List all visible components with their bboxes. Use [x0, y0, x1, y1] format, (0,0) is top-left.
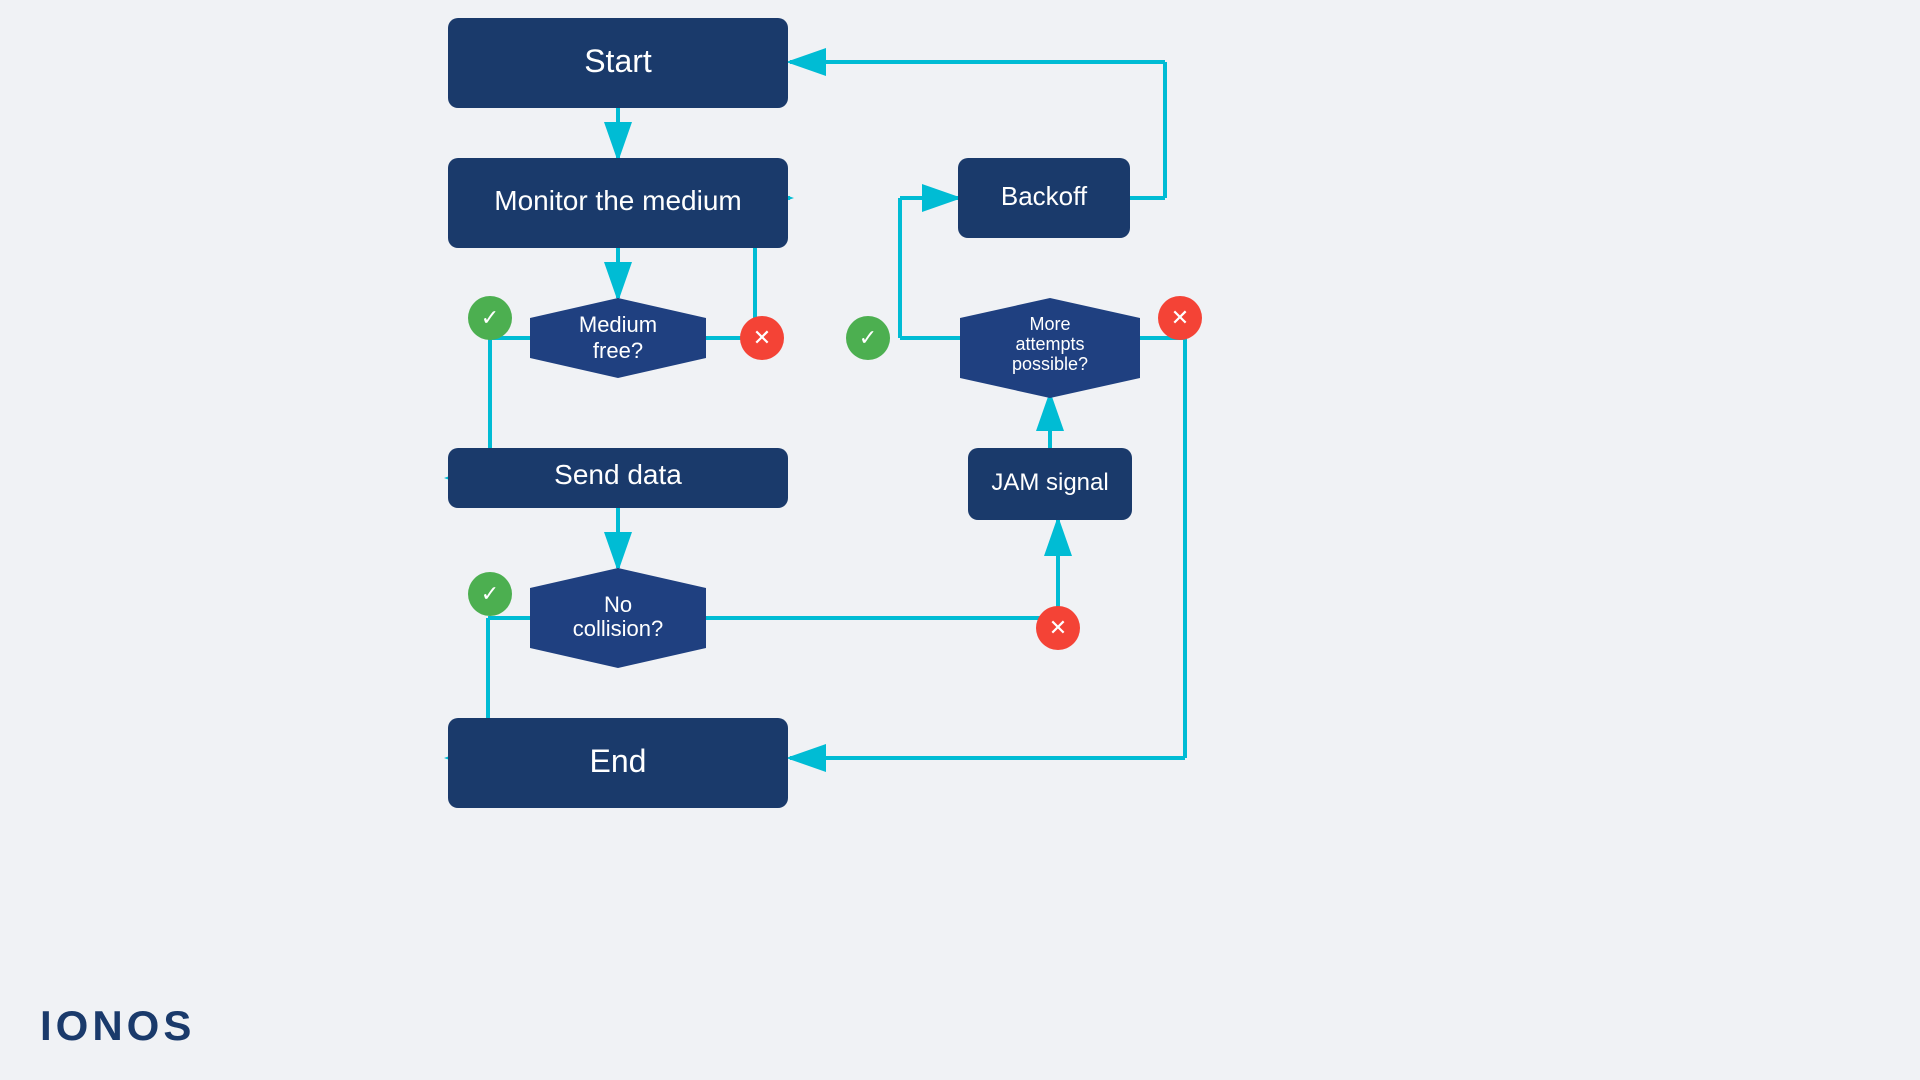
collision-label2: collision?	[573, 616, 664, 641]
ionos-logo: IONOS	[40, 1002, 195, 1050]
medium-free-label1: Medium	[579, 312, 657, 337]
check-icon-more-attempts: ✓	[859, 325, 877, 350]
end-label: End	[590, 743, 647, 779]
flowchart-svg: Start Monitor the medium Medium free? Se…	[0, 0, 1920, 1080]
more-attempts-label3: possible?	[1012, 354, 1088, 374]
more-attempts-label2: attempts	[1015, 334, 1084, 354]
monitor-label: Monitor the medium	[494, 185, 741, 216]
more-attempts-label1: More	[1029, 314, 1070, 334]
check-icon-collision: ✓	[481, 581, 499, 606]
x-icon-collision: ✕	[1049, 615, 1067, 640]
send-data-label: Send data	[554, 459, 682, 490]
jam-signal-label: JAM signal	[991, 469, 1108, 496]
collision-label1: No	[604, 592, 632, 617]
x-icon-more-attempts: ✕	[1171, 305, 1189, 330]
check-icon-medium-free: ✓	[481, 305, 499, 330]
x-icon-medium-free: ✕	[753, 325, 771, 350]
backoff-label: Backoff	[1001, 181, 1088, 211]
medium-free-label2: free?	[593, 338, 643, 363]
start-label: Start	[584, 43, 652, 79]
diagram-container: Start Monitor the medium Medium free? Se…	[0, 0, 1920, 1080]
